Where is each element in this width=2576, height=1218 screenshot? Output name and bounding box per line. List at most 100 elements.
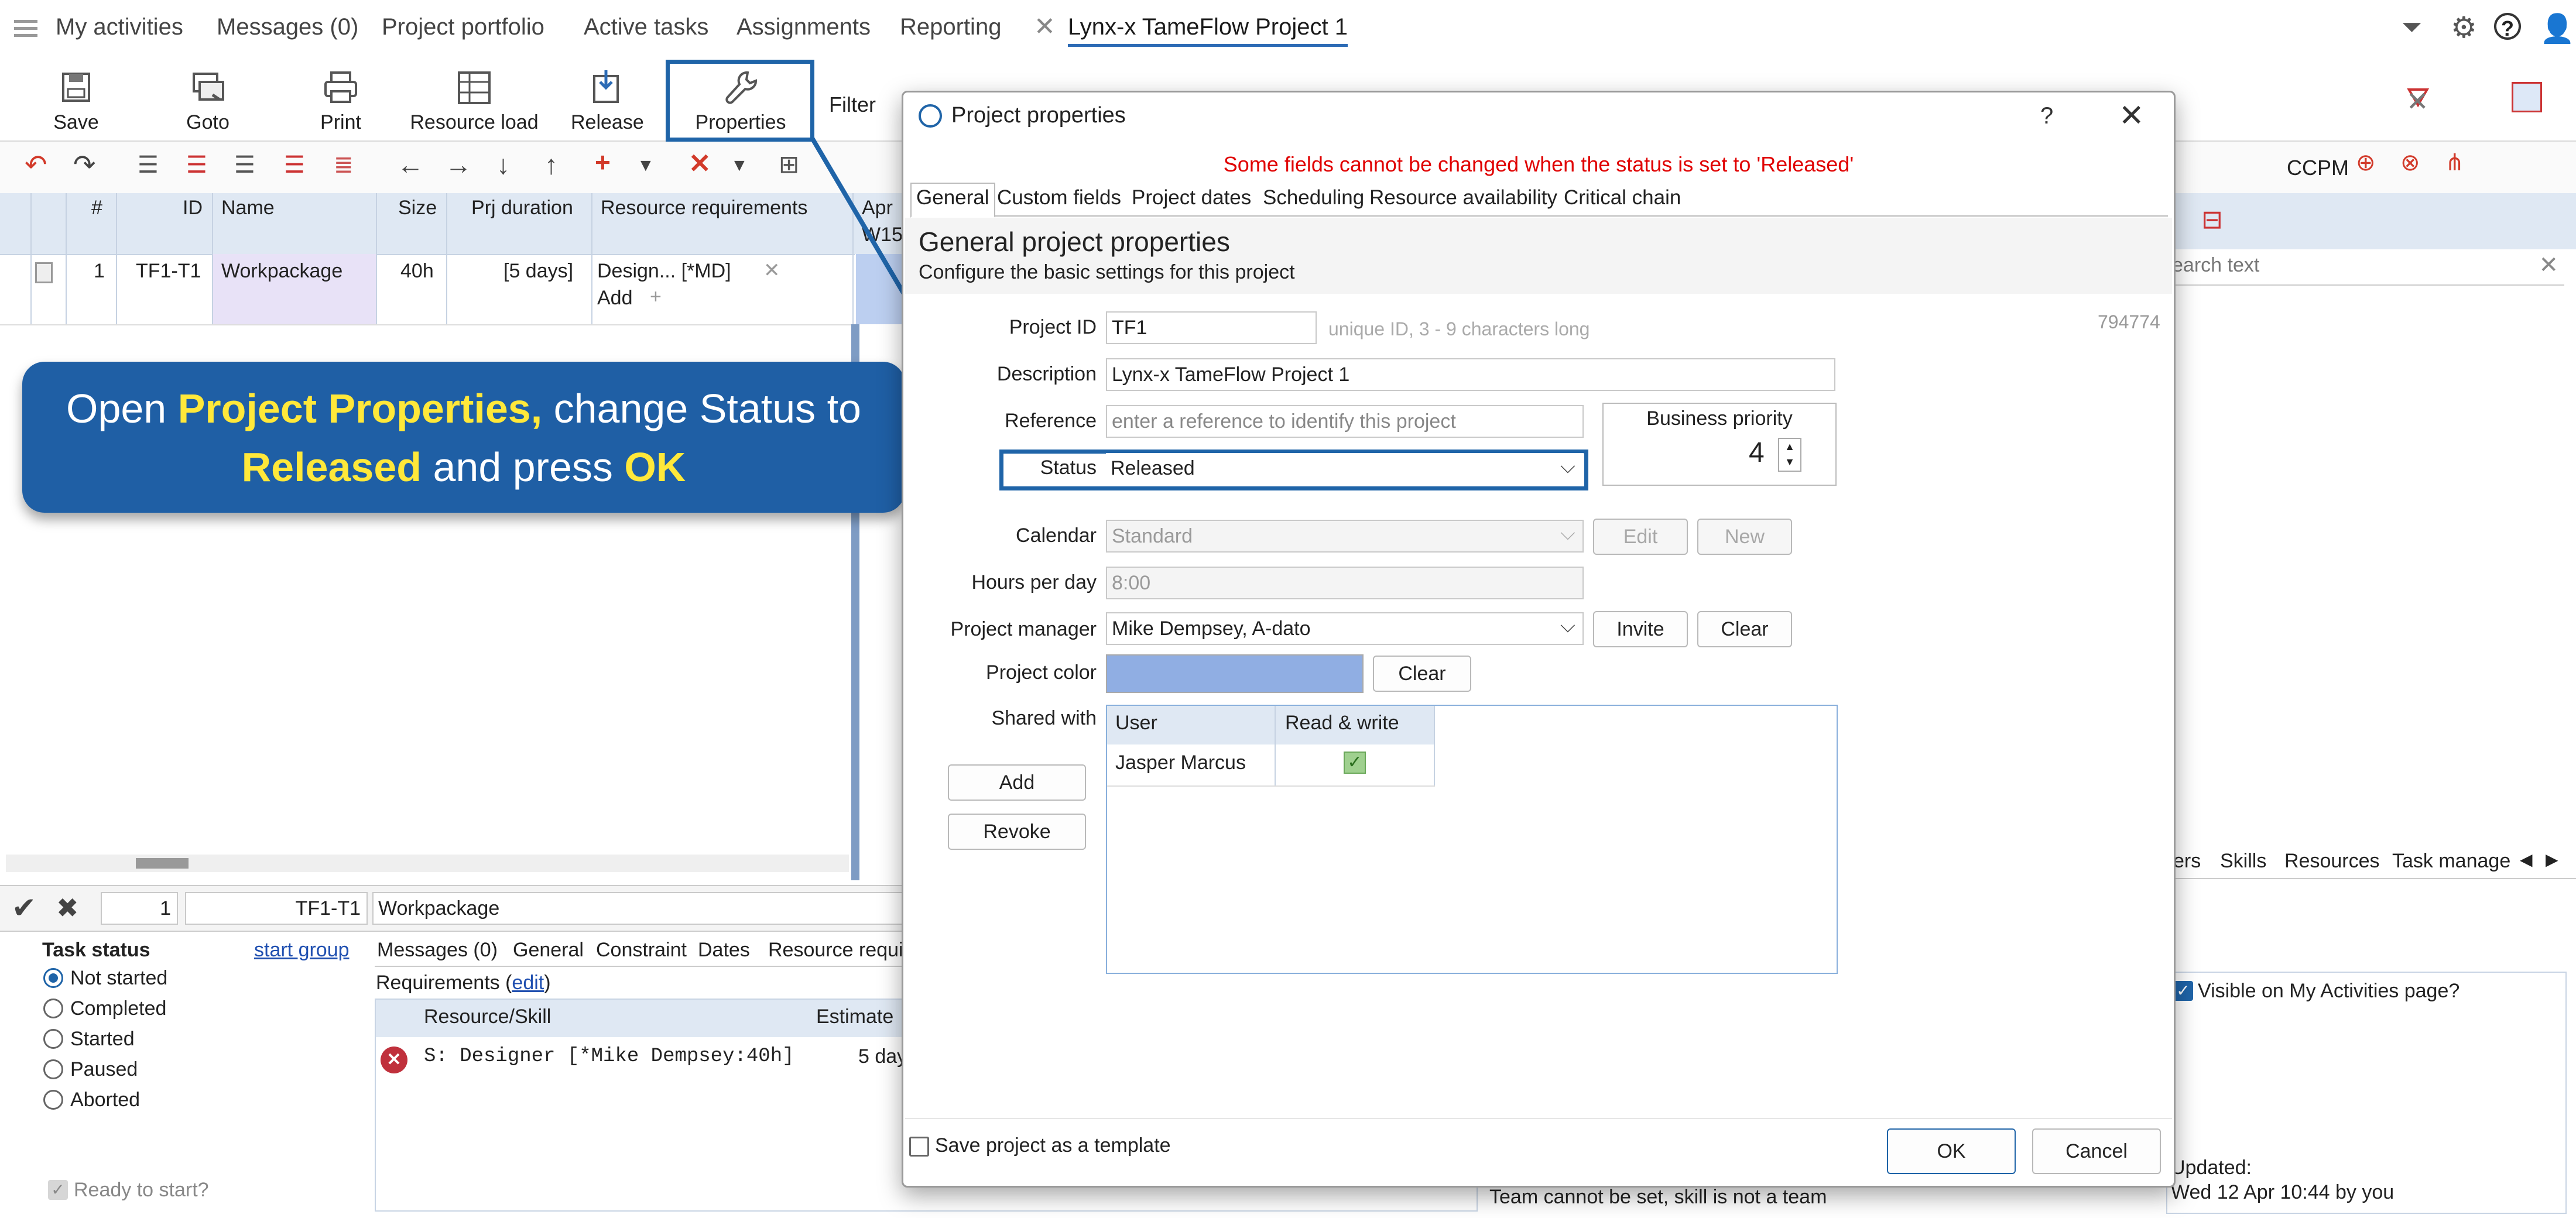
arrow-down-icon[interactable]: ↓ <box>496 151 510 178</box>
pm-dropdown-icon[interactable]: ⌵ <box>1560 615 1575 637</box>
tab-resource-availability[interactable]: Resource availability <box>1369 186 1557 210</box>
arrow-up-icon[interactable]: ↑ <box>544 151 558 178</box>
delete-icon[interactable]: ✕ <box>688 150 711 177</box>
remove-resource-icon[interactable]: ✕ <box>763 259 780 282</box>
visible-checkbox[interactable]: ✓ <box>2173 981 2193 1001</box>
radio-not-started[interactable] <box>43 968 63 988</box>
clear-search-icon[interactable]: ✕ <box>2539 252 2558 279</box>
share-revoke-button[interactable]: Revoke <box>948 814 1086 850</box>
radio-paused[interactable] <box>43 1059 63 1079</box>
nav-messages[interactable]: Messages (0) <box>217 14 358 40</box>
project-id-field[interactable]: TF1 <box>1106 311 1317 344</box>
read-write-checkbox[interactable]: ✓ <box>1344 752 1366 774</box>
hours-field[interactable]: 8:00 <box>1106 567 1584 599</box>
tab-dates[interactable]: Dates <box>698 939 750 962</box>
calendar-select[interactable]: Standard <box>1106 520 1584 553</box>
invite-button[interactable]: Invite <box>1593 611 1688 647</box>
scrollbar-thumb[interactable] <box>136 858 189 869</box>
col-name[interactable]: Name <box>221 197 275 219</box>
row-add-resource[interactable]: Add <box>597 287 633 310</box>
gantt-settings-icon[interactable]: ⊟ <box>2201 205 2223 235</box>
detail-row-name[interactable]: Workpackage <box>372 892 911 925</box>
color-clear-button[interactable]: Clear <box>1373 656 1471 692</box>
nav-project-portfolio[interactable]: Project portfolio <box>382 14 544 40</box>
redo-icon[interactable]: ↷ <box>73 151 96 178</box>
radio-started[interactable] <box>43 1029 63 1049</box>
table-row[interactable]: 1 TF1-T1 Workpackage 40h [5 days] Design… <box>0 254 855 325</box>
nav-reporting[interactable]: Reporting <box>900 14 1001 40</box>
arrow-right-icon[interactable]: → <box>445 151 472 178</box>
add-icon[interactable]: + <box>595 149 611 176</box>
print-button[interactable]: Print <box>306 66 376 139</box>
tab-prev-icon[interactable]: ◀ <box>2520 850 2533 869</box>
row-resource[interactable]: Design... [*MD] <box>597 260 731 283</box>
tab-resources[interactable]: Resources <box>2284 850 2380 873</box>
col-id[interactable]: ID <box>183 197 203 219</box>
requirements-edit-link[interactable]: edit <box>512 972 544 994</box>
calendar-dropdown-icon[interactable]: ⌵ <box>1560 522 1575 545</box>
col-resource-requirements[interactable]: Resource requirements <box>601 197 807 219</box>
undo-icon[interactable]: ↶ <box>25 151 47 178</box>
arrow-left-icon[interactable]: ← <box>397 151 424 178</box>
share-add-button[interactable]: Add <box>948 764 1086 801</box>
priority-spinner[interactable]: ▲ ▼ <box>1778 438 1801 472</box>
row-name-cell[interactable]: Workpackage <box>213 254 376 324</box>
ccpm-remove-icon[interactable]: ⊗ <box>2400 151 2420 174</box>
add-dropdown-icon[interactable]: ▼ <box>637 157 655 174</box>
business-priority-value[interactable]: 4 <box>1749 437 1765 469</box>
tab-critical-chain[interactable]: Critical chain <box>1564 186 1681 210</box>
save-button[interactable]: Save <box>41 66 111 139</box>
col-prj-duration[interactable]: Prj duration <box>471 197 573 219</box>
delete-dropdown-icon[interactable]: ▼ <box>731 157 748 174</box>
tab-task-manager[interactable]: Task manage <box>2392 850 2510 873</box>
hamburger-menu-icon[interactable] <box>14 18 37 41</box>
filter-search-icon[interactable] <box>2512 82 2542 112</box>
structure-icon[interactable]: ⊞ <box>779 152 799 177</box>
right-panel-search[interactable]: earch text ✕ <box>2166 249 2564 286</box>
nav-my-activities[interactable]: My activities <box>56 14 183 40</box>
tab-resource-requirements[interactable]: Resource requi <box>768 939 903 962</box>
project-color-swatch[interactable] <box>1106 654 1364 693</box>
goto-button[interactable]: Goto <box>173 66 243 139</box>
tab-general[interactable]: General <box>513 939 584 962</box>
settings-gear-icon[interactable]: ⚙ <box>2451 11 2477 44</box>
status-select[interactable]: Released <box>1106 453 1584 486</box>
tab-next-icon[interactable]: ▶ <box>2546 850 2558 869</box>
calendar-edit-button[interactable]: Edit <box>1593 519 1688 555</box>
user-icon[interactable]: 👤 <box>2540 12 2575 45</box>
tab-project-dates[interactable]: Project dates <box>1132 186 1251 210</box>
collapse-icon[interactable]: ⏷ <box>2402 13 2422 42</box>
ccpm-chain-icon[interactable]: ⋔ <box>2445 151 2465 174</box>
indent-icon[interactable]: ☰ <box>138 153 159 177</box>
pm-clear-button[interactable]: Clear <box>1697 611 1792 647</box>
nav-active-tasks[interactable]: Active tasks <box>584 14 708 40</box>
release-button[interactable]: Release <box>571 66 644 139</box>
horizontal-scrollbar[interactable] <box>6 855 849 872</box>
nav-assignments[interactable]: Assignments <box>737 14 871 40</box>
confirm-icon[interactable]: ✔ <box>12 891 36 925</box>
resource-load-button[interactable]: Resource load <box>404 66 544 139</box>
cancel-icon[interactable]: ✖ <box>56 892 79 924</box>
radio-completed[interactable] <box>43 999 63 1018</box>
dialog-help-icon[interactable]: ? <box>2040 103 2053 129</box>
tab-messages[interactable]: Messages (0) <box>377 939 498 962</box>
radio-aborted[interactable] <box>43 1090 63 1110</box>
ok-button[interactable]: OK <box>1887 1128 2016 1174</box>
tab-scheduling[interactable]: Scheduling <box>1263 186 1364 210</box>
tab-users[interactable]: ers <box>2173 850 2201 873</box>
tab-constraint[interactable]: Constraint <box>596 939 687 962</box>
pm-select[interactable]: Mike Dempsey, A-dato <box>1106 612 1584 645</box>
expand-rows-icon[interactable]: ☰ <box>284 153 305 177</box>
col-size[interactable]: Size <box>398 197 437 219</box>
col-number[interactable]: # <box>91 197 102 219</box>
help-icon[interactable]: ? <box>2494 13 2521 40</box>
ccpm-add-icon[interactable]: ⊕ <box>2356 151 2376 174</box>
start-group-link[interactable]: start group <box>254 939 350 962</box>
tab-general-active[interactable]: General <box>910 183 995 218</box>
ready-checkbox[interactable]: ✓ <box>48 1180 68 1200</box>
template-checkbox[interactable] <box>909 1137 929 1157</box>
plus-icon[interactable]: + <box>650 286 662 308</box>
tab-custom-fields[interactable]: Custom fields <box>997 186 1121 210</box>
close-tab-icon[interactable]: ✕ <box>1034 12 1056 42</box>
outdent-icon[interactable]: ☰ <box>186 153 207 177</box>
